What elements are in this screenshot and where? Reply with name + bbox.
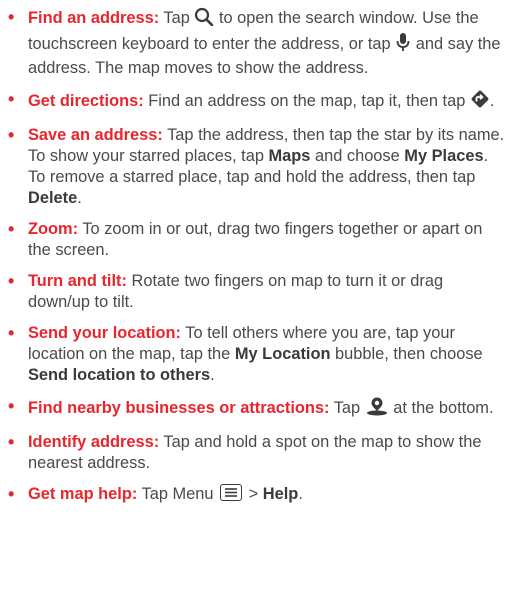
tip-text: bubble, then choose (330, 345, 483, 363)
bullet: • (8, 484, 15, 504)
microphone-icon (395, 32, 411, 58)
bullet: • (8, 271, 15, 291)
bullet: • (8, 396, 15, 416)
tip-title: Get map help: (28, 485, 138, 503)
tip-text: To zoom in or out, drag two fingers toge… (28, 220, 483, 259)
my-places-label: My Places (404, 147, 484, 165)
tip-text: . (210, 366, 215, 384)
bullet: • (8, 432, 15, 452)
tip-text: Tap (329, 399, 365, 417)
tip-find-nearby: • Find nearby businesses or attractions:… (0, 396, 511, 422)
tip-identify-address: • Identify address: Tap and hold a spot … (0, 432, 511, 474)
tip-title: Find an address: (28, 9, 160, 27)
tip-text: Tap Menu (137, 485, 219, 503)
tip-map-help: • Get map help: Tap Menu > Help. (0, 484, 511, 505)
bullet: • (8, 7, 15, 27)
tip-text: . (489, 92, 495, 110)
tip-get-directions: • Get directions: Find an address on the… (0, 89, 511, 115)
send-location-label: Send location to others (28, 366, 211, 384)
tip-text: Find an address on the map, tap it, then… (143, 92, 470, 110)
tip-text: > (244, 485, 263, 503)
tip-turn-and-tilt: • Turn and tilt: Rotate two fingers on m… (0, 271, 511, 313)
explore-pin-icon (365, 396, 389, 422)
tip-title: Identify address: (28, 433, 160, 451)
tips-list: • Find an address: Tap to open the searc… (0, 0, 511, 505)
tip-title: Turn and tilt: (28, 272, 127, 290)
tip-send-location: • Send your location: To tell others whe… (0, 323, 511, 386)
tip-save-address: • Save an address: Tap the address, then… (0, 125, 511, 209)
tip-find-address: • Find an address: Tap to open the searc… (0, 7, 511, 79)
tip-title: Find nearby businesses or attractions: (28, 399, 330, 417)
bullet: • (8, 219, 15, 239)
tip-text: . (77, 189, 82, 207)
my-location-label: My Location (234, 345, 331, 363)
maps-label: Maps (268, 147, 311, 165)
bullet: • (8, 125, 15, 145)
search-icon (194, 7, 214, 32)
tip-title: Save an address: (28, 126, 163, 144)
delete-label: Delete (28, 189, 78, 207)
tip-title: Get directions: (28, 92, 144, 110)
tip-text: . (298, 485, 303, 503)
tip-text: at the bottom. (388, 399, 494, 417)
tip-text: and choose (310, 147, 405, 165)
tip-title: Send your location: (28, 324, 181, 342)
tip-text: Tap (159, 9, 195, 27)
help-label: Help (262, 485, 299, 503)
tip-zoom: • Zoom: To zoom in or out, drag two fing… (0, 219, 511, 261)
bullet: • (8, 323, 15, 343)
tip-title: Zoom: (28, 220, 79, 238)
directions-icon (470, 89, 490, 115)
bullet: • (8, 89, 15, 109)
menu-icon (220, 484, 243, 501)
